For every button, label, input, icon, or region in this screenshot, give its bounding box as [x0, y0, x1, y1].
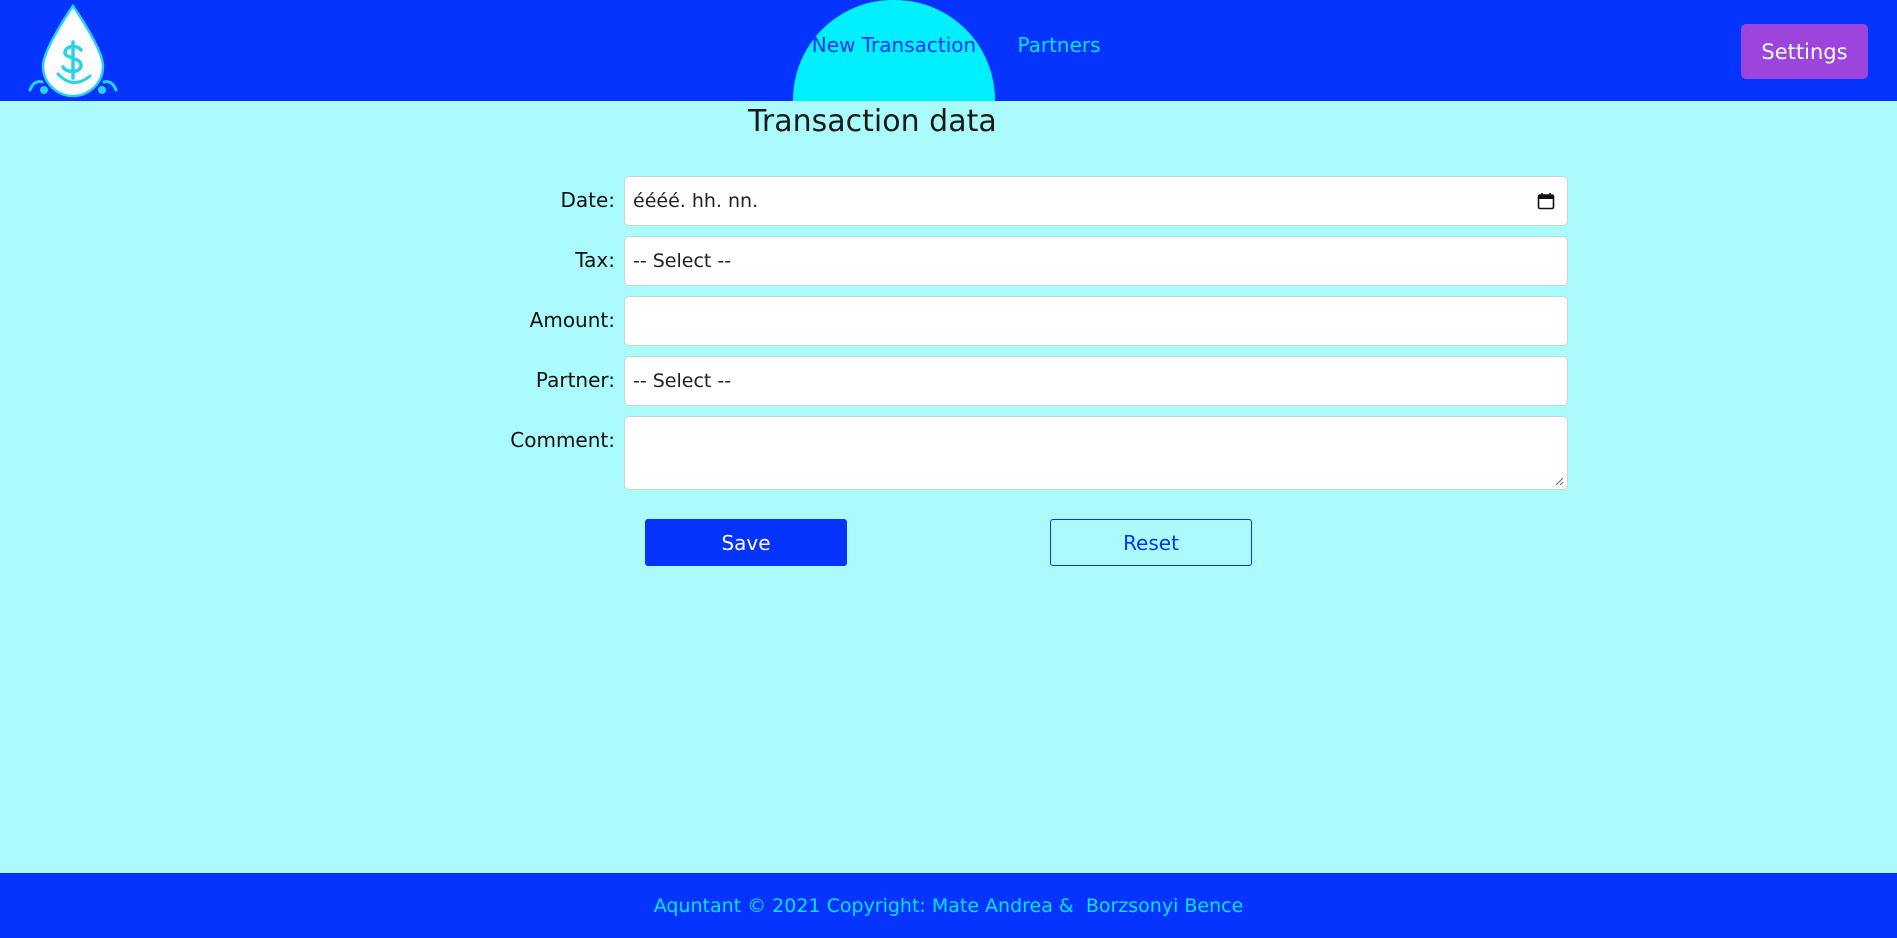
footer: Aquntant © 2021 Copyright: Mate Andrea &… — [0, 873, 1897, 938]
tab-new-transaction-label: New Transaction — [811, 32, 977, 57]
water-drop-dollar-icon[interactable] — [28, 4, 118, 98]
partner-select[interactable]: -- Select -- — [624, 356, 1568, 406]
page-title: Transaction data — [748, 104, 997, 139]
tab-partners[interactable]: Partners — [1010, 0, 1108, 101]
top-navbar: New Transaction Partners Settings — [0, 0, 1897, 101]
footer-copyright: Aquntant © 2021 Copyright: Mate Andrea &… — [653, 894, 1244, 917]
settings-button-label: Settings — [1761, 39, 1848, 64]
partner-select-value: -- Select -- — [633, 370, 732, 392]
resize-handle-icon[interactable] — [1554, 476, 1564, 486]
reset-button-label: Reset — [1123, 530, 1179, 555]
tax-select-value: -- Select -- — [633, 250, 732, 272]
amount-label: Amount: — [529, 308, 615, 332]
save-button-label: Save — [721, 530, 771, 555]
comment-textarea[interactable] — [624, 416, 1568, 490]
date-input[interactable]: éééé. hh. nn. — [624, 176, 1568, 226]
tax-label: Tax: — [575, 248, 615, 272]
calendar-icon[interactable] — [1537, 192, 1555, 210]
settings-button[interactable]: Settings — [1741, 24, 1868, 79]
date-input-value: éééé. hh. nn. — [633, 190, 759, 212]
tab-partners-label: Partners — [1017, 32, 1101, 57]
comment-label: Comment: — [510, 428, 615, 452]
save-button[interactable]: Save — [645, 519, 847, 566]
tax-select[interactable]: -- Select -- — [624, 236, 1568, 286]
amount-input[interactable] — [624, 296, 1568, 346]
reset-button[interactable]: Reset — [1050, 519, 1252, 566]
partner-label: Partner: — [535, 368, 615, 392]
tab-new-transaction[interactable]: New Transaction — [793, 0, 995, 101]
date-label: Date: — [560, 188, 615, 212]
